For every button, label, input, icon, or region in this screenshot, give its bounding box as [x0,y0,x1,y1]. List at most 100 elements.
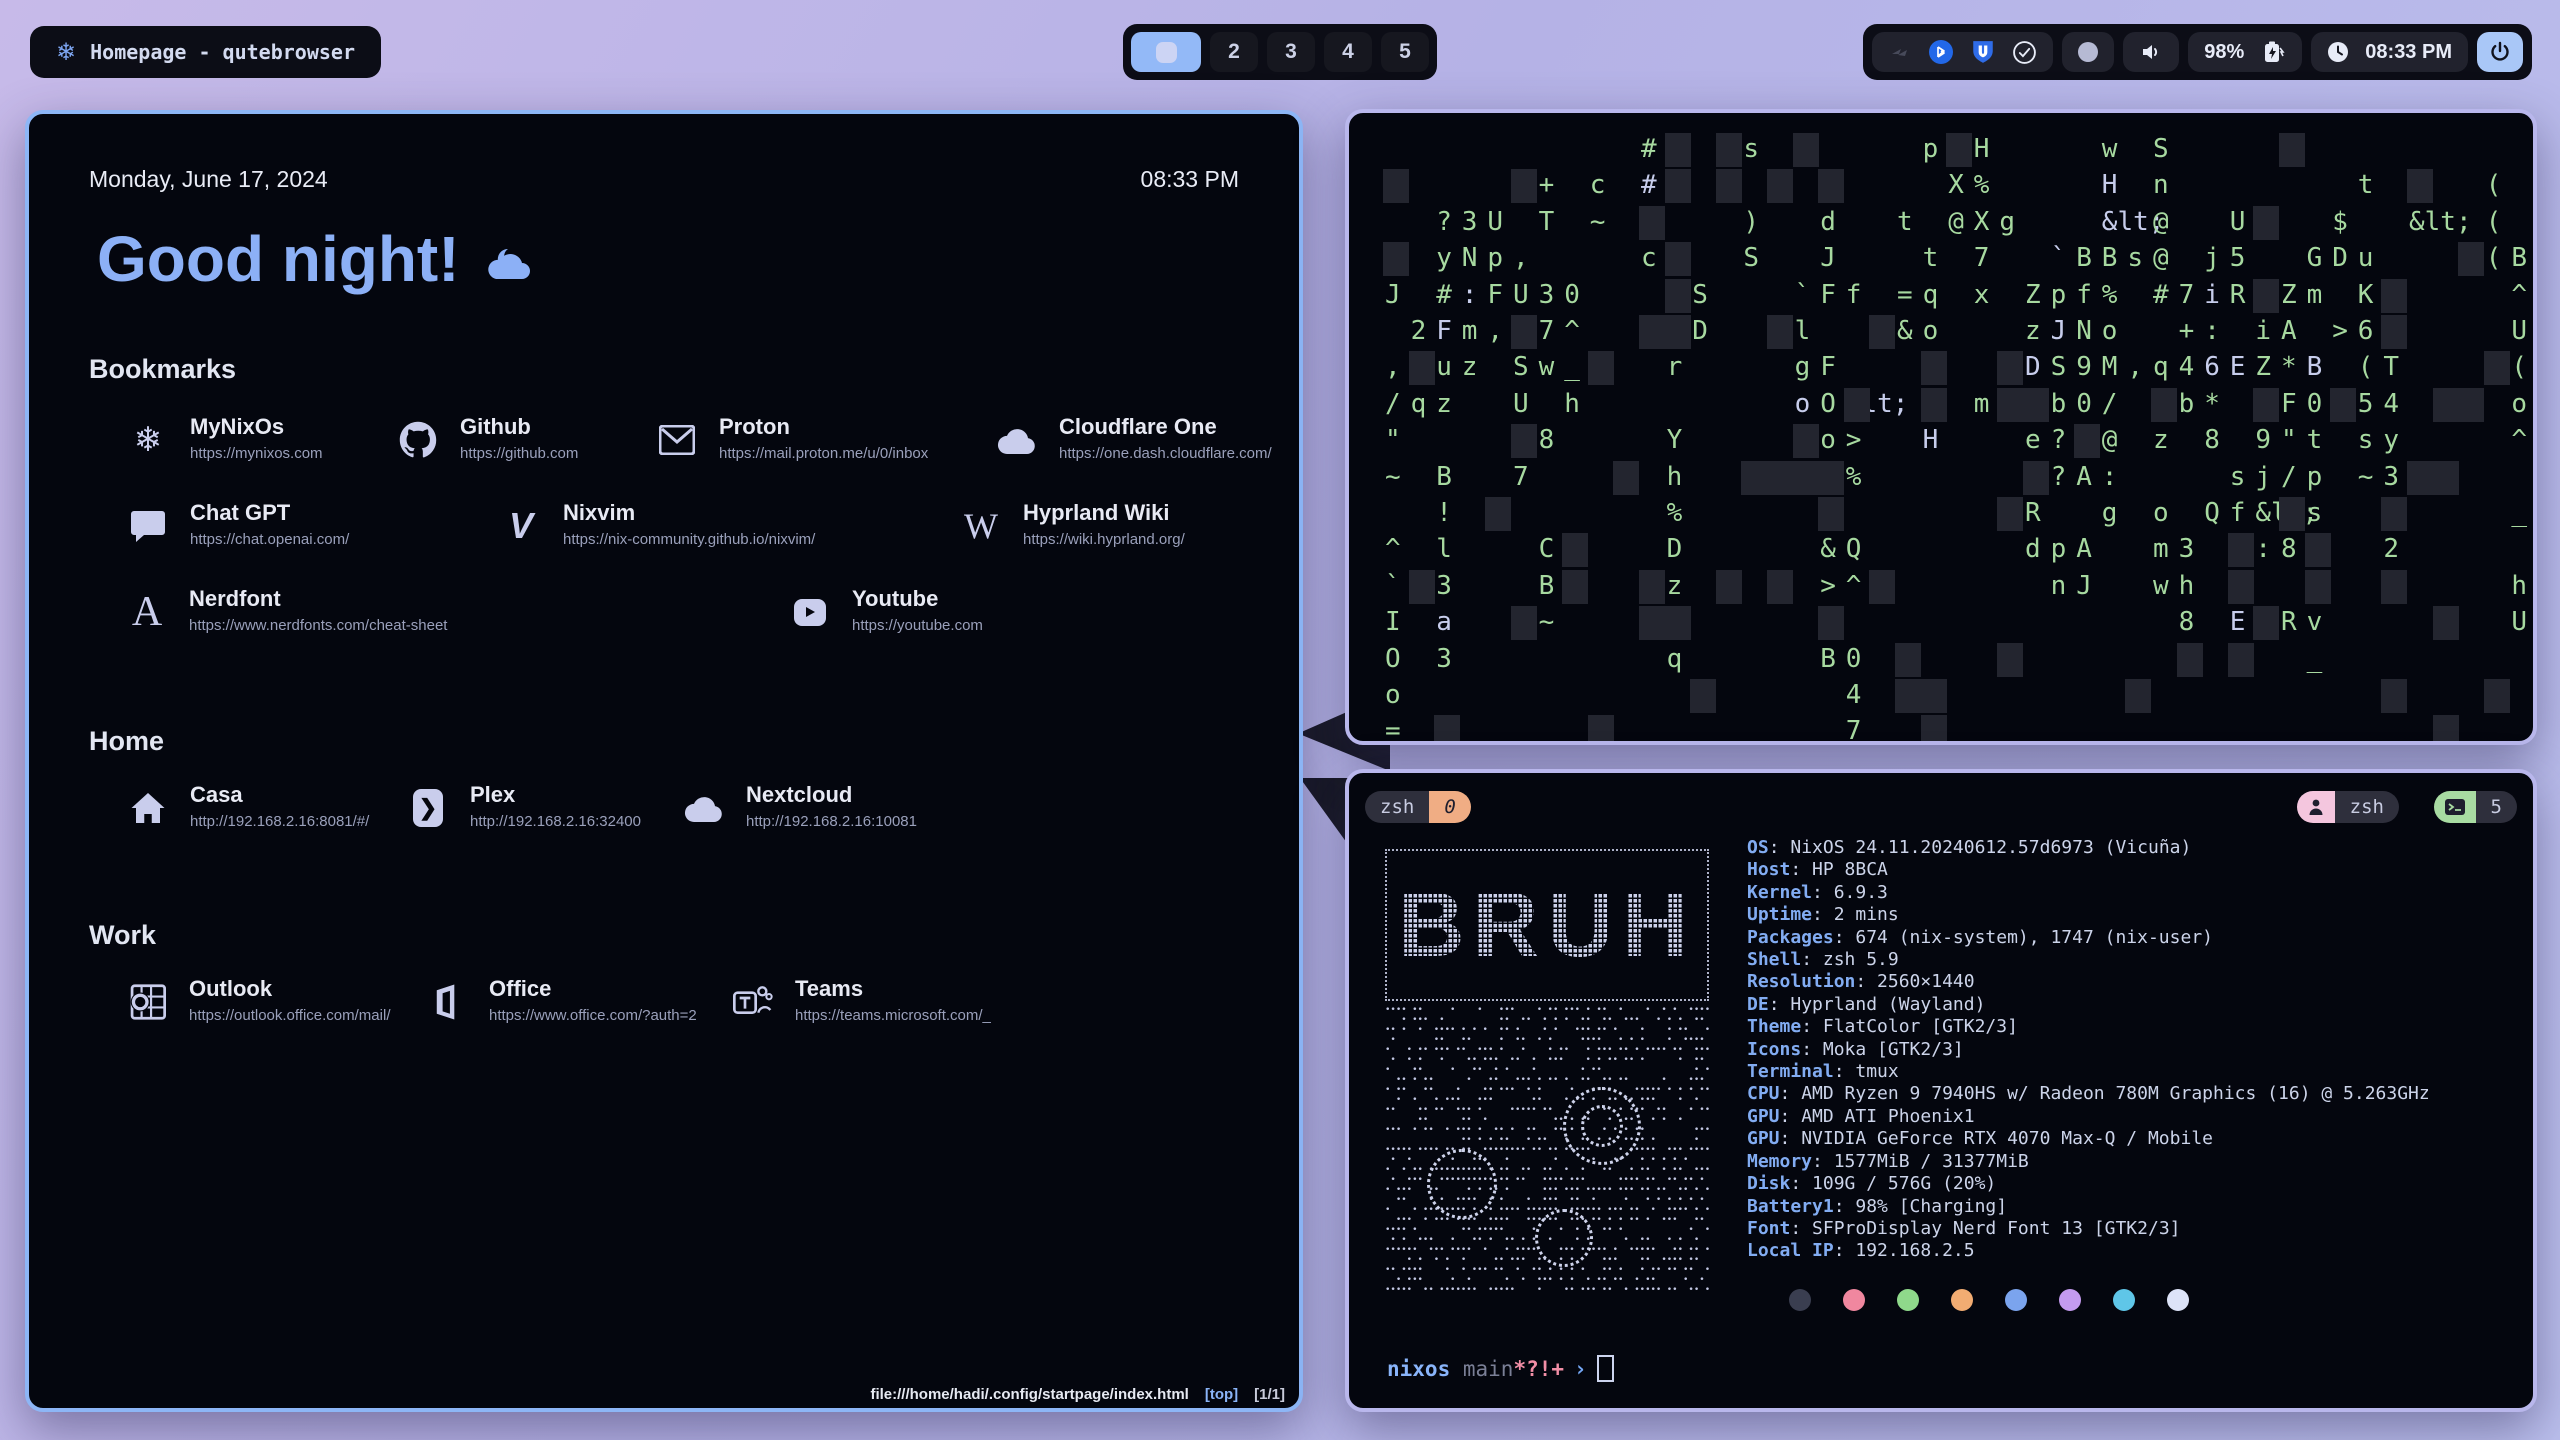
fetch-info-line: Kernel: 6.9.3 [1747,882,2430,904]
prompt-host: nixos [1387,1357,1450,1381]
fetch-info-line: Icons: Moka [GTK2/3] [1747,1039,2430,1061]
bookmark-url: http://192.168.2.16:10081 [746,813,917,830]
bookmark-url: https://nix-community.github.io/nixvim/ [563,531,815,548]
shell-prompt[interactable]: nixos main *?!+ › [1387,1355,1614,1382]
outlook-icon [125,980,169,1024]
matrix-terminal-window: J,/"~^`IOo=2Tq?y#FuzB!l3a33N:mzUpF,,UlSU… [1345,109,2537,745]
bookmark-url: https://outlook.office.com/mail/ [189,1007,390,1024]
chat-icon [126,504,170,548]
bookmark-url: https://wiki.hyprland.org/ [1023,531,1185,548]
workspace-button-2[interactable]: 2 [1210,32,1258,72]
bookmark-title: Casa [190,782,243,808]
bookmark-url: https://one.dash.cloudflare.com/ [1059,445,1272,462]
fetch-info-line: Theme: FlatColor [GTK2/3] [1747,1016,2430,1038]
workspace-button-4[interactable]: 4 [1324,32,1372,72]
tmux-pane-count: 5 [2476,791,2517,823]
bluetooth-icon[interactable] [1928,39,1954,65]
bookmark-title: Nerdfont [189,586,281,612]
window-title-pill: ❄ Homepage - qutebrowser [30,26,381,78]
bitwarden-shield-icon[interactable] [1970,39,1996,65]
bookmark-title: Nixvim [563,500,635,526]
fetch-info-line: Shell: zsh 5.9 [1747,949,2430,971]
moon-cloud-icon [478,237,534,281]
plex-icon: ❯ [406,786,450,830]
section-heading: Home [89,726,164,757]
check-circle-icon[interactable] [2012,40,2037,65]
fetch-info-line: GPU: NVIDIA GeForce RTX 4070 Max-Q / Mob… [1747,1128,2430,1150]
workspace-button-5[interactable]: 5 [1381,32,1429,72]
bookmark-url: https://mynixos.com [190,445,323,462]
tray-indicator[interactable] [2062,32,2114,72]
home-icon [126,786,170,830]
tmux-user-label: zsh [2335,791,2399,823]
active-workspace-dot [1156,42,1177,63]
statusbar-url: file:///home/hadi/.config/startpage/inde… [870,1386,1188,1403]
statusbar-tab-index: [1/1] [1254,1386,1285,1403]
bookmark-title: Outlook [189,976,272,1002]
system-tray: 98% 08:33 PM [1863,24,2532,80]
bookmark-url: https://github.com [460,445,578,462]
terminal-icon [2434,791,2476,823]
status-dot-icon [2078,42,2098,62]
palette-color-dot [2005,1289,2027,1311]
tmux-user-pill[interactable]: zsh [2297,791,2399,823]
bruh-ascii-art: BRUH •••• •• • • ••• • •• ••• • •• • • •… [1385,849,1709,1299]
tmux-window-index: 0 [1429,791,1470,823]
fetch-info-line: Font: SFProDisplay Nerd Font 13 [GTK2/3] [1747,1218,2430,1240]
workspace-button-3[interactable]: 3 [1267,32,1315,72]
cloud-icon [682,786,726,830]
fetch-info-line: Terminal: tmux [1747,1061,2430,1083]
bookmark-title: Nextcloud [746,782,852,808]
tmux-pane-pill[interactable]: 5 [2434,791,2517,823]
bookmark-title: Youtube [852,586,938,612]
fetch-info-line: Memory: 1577MiB / 31377MiB [1747,1151,2430,1173]
wiki-w-icon: W [959,504,1003,548]
tmux-statusbar: zsh 0 zsh 5 [1365,791,2517,823]
bookmark-url: http://192.168.2.16:32400 [470,813,641,830]
ascii-art-frame: BRUH [1385,849,1709,1001]
clock-time: 08:33 PM [2365,41,2452,64]
statusbar-scroll: [top] [1205,1386,1238,1403]
fetch-info-line: Uptime: 2 mins [1747,904,2430,926]
tray-battery[interactable]: 98% [2188,32,2302,72]
user-icon [2297,791,2335,823]
fetch-info-line: Packages: 674 (nix-system), 1747 (nix-us… [1747,927,2430,949]
battery-percent: 98% [2204,41,2244,64]
fetch-info-line: Host: HP 8BCA [1747,859,2430,881]
matrix-rain-art: J,/"~^`IOo=2Tq?y#FuzB!l3a33N:mzUpF,,UlSU… [1349,113,2533,741]
power-button[interactable] [2477,32,2523,72]
bookmark-title: Teams [795,976,863,1002]
bookmark-title: Proton [719,414,790,440]
bookmark-title: Hyprland Wiki [1023,500,1170,526]
bookmark-url: https://chat.openai.com/ [190,531,349,548]
greeting-text: Good night! [97,222,460,296]
workspace-button-1[interactable] [1131,32,1201,72]
palette-color-dot [1897,1289,1919,1311]
workspace-switcher: 2 3 4 5 [1123,24,1437,80]
bookmark-url: http://192.168.2.16:8081/#/ [190,813,369,830]
teams-icon [731,980,775,1024]
palette-color-dot [1951,1289,1973,1311]
tray-clock[interactable]: 08:33 PM [2311,32,2468,72]
fetch-terminal-window: zsh 0 zsh 5 BRUH •••• •• • • ••• • •• ••… [1345,769,2537,1412]
prompt-git-branch [1450,1357,1463,1381]
prompt-chevron: › [1574,1357,1587,1381]
fetch-info-line: OS: NixOS 24.11.20240612.57d6973 (Vicuña… [1747,837,2430,859]
github-icon [396,418,440,462]
mail-icon [655,418,699,462]
palette-color-dot [2113,1289,2135,1311]
fetch-info-line: DE: Hyprland (Wayland) [1747,994,2430,1016]
fetch-info-line: CPU: AMD Ryzen 9 7940HS w/ Radeon 780M G… [1747,1083,2430,1105]
fetch-info-line: Disk: 109G / 576G (20%) [1747,1173,2430,1195]
bookmark-url: https://www.office.com/?auth=2 [489,1007,697,1024]
bookmark-title: Github [460,414,531,440]
palette-color-dot [1789,1289,1811,1311]
bookmark-title: Cloudflare One [1059,414,1217,440]
network-sync-icon[interactable] [1888,40,1912,64]
window-title: Homepage - qutebrowser [90,40,355,64]
palette-color-dot [1843,1289,1865,1311]
prompt-branch-name: main [1463,1357,1514,1381]
bookmark-title: Chat GPT [190,500,290,526]
tray-volume[interactable] [2123,32,2179,72]
tmux-session-pill[interactable]: zsh 0 [1365,791,1471,823]
